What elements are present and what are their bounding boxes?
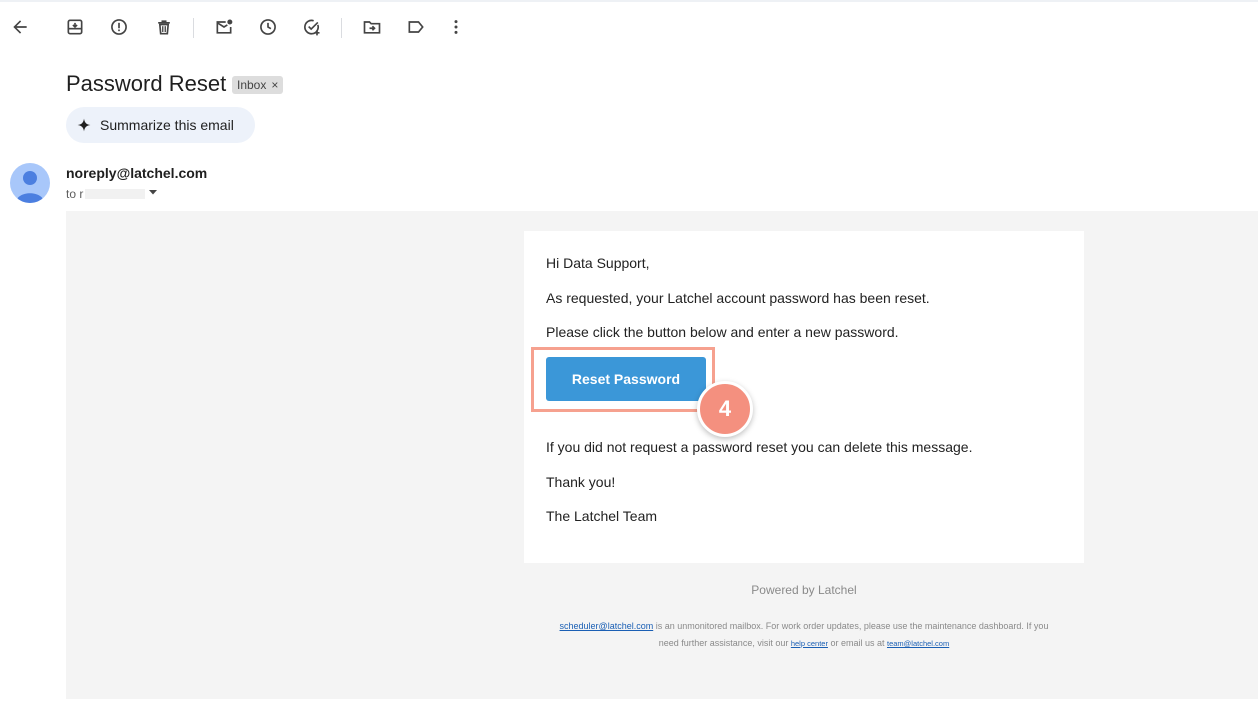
thanks-text: Thank you! bbox=[546, 474, 616, 490]
footer-text-b: need further assistance, visit our bbox=[658, 638, 791, 648]
footer-text-c: or email us at bbox=[827, 638, 887, 648]
message-toolbar bbox=[0, 10, 1258, 44]
footer-text-a: is an unmonitored mailbox. For work orde… bbox=[653, 621, 1049, 631]
recipient-prefix: to r bbox=[66, 186, 84, 201]
move-to-icon[interactable] bbox=[355, 10, 389, 44]
more-options-icon[interactable] bbox=[439, 10, 473, 44]
remove-label-icon[interactable]: × bbox=[271, 78, 278, 92]
mark-unread-icon[interactable] bbox=[207, 10, 241, 44]
add-to-tasks-icon[interactable] bbox=[295, 10, 329, 44]
snooze-icon[interactable] bbox=[251, 10, 285, 44]
summarize-label: Summarize this email bbox=[100, 117, 234, 133]
toolbar-divider bbox=[193, 18, 194, 38]
body-line-2: Please click the button below and enter … bbox=[546, 324, 899, 340]
delete-icon[interactable] bbox=[147, 10, 181, 44]
body-line-1: As requested, your Latchel account passw… bbox=[546, 290, 930, 306]
greeting-text: Hi Data Support, bbox=[546, 255, 650, 271]
email-footer: scheduler@latchel.com is an unmonitored … bbox=[524, 618, 1084, 652]
label-icon[interactable] bbox=[399, 10, 433, 44]
step-number-badge: 4 bbox=[697, 381, 753, 437]
sender-address[interactable]: noreply@latchel.com bbox=[66, 165, 207, 181]
help-center-link[interactable]: help center bbox=[791, 639, 828, 648]
toolbar-divider bbox=[341, 18, 342, 38]
archive-icon[interactable] bbox=[58, 10, 92, 44]
sparkle-icon bbox=[75, 116, 93, 134]
recipient-line: to r bbox=[66, 186, 159, 201]
powered-by-text: Powered by Latchel bbox=[751, 583, 857, 597]
signature-text: The Latchel Team bbox=[546, 508, 658, 524]
label-chip-text: Inbox bbox=[237, 78, 267, 92]
team-email-link[interactable]: team@latchel.com bbox=[887, 639, 949, 648]
inbox-label-chip[interactable]: Inbox × bbox=[232, 76, 284, 94]
show-details-icon[interactable] bbox=[147, 186, 159, 201]
body-line-3: If you did not request a password reset … bbox=[546, 439, 973, 455]
report-spam-icon[interactable] bbox=[102, 10, 136, 44]
redacted-recipient bbox=[85, 188, 146, 199]
top-divider bbox=[0, 0, 1258, 2]
sender-avatar[interactable] bbox=[10, 163, 50, 203]
back-arrow-icon[interactable] bbox=[3, 10, 37, 44]
scheduler-email-link[interactable]: scheduler@latchel.com bbox=[560, 621, 654, 631]
step-highlight-box bbox=[531, 347, 715, 412]
email-subject: Password Reset bbox=[66, 71, 227, 96]
summarize-email-button[interactable]: Summarize this email bbox=[66, 107, 255, 143]
